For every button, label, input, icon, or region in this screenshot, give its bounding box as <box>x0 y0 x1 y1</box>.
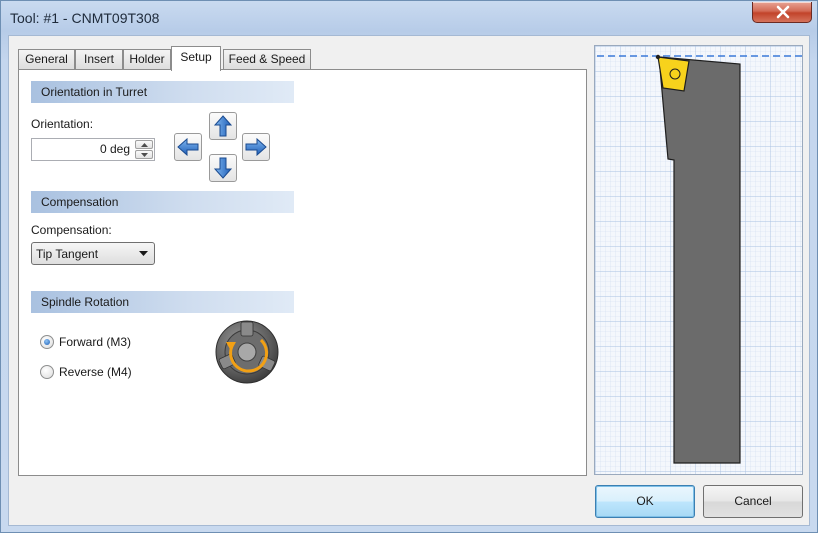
rotate-up-button[interactable] <box>209 112 237 140</box>
rotate-left-button[interactable] <box>174 133 202 161</box>
orientation-stepper[interactable]: 0 deg <box>31 138 155 161</box>
tab-setup[interactable]: Setup <box>171 46 221 71</box>
stepper-up-button[interactable] <box>135 140 153 149</box>
cancel-button[interactable]: Cancel <box>703 485 803 518</box>
radio-reverse-label: Reverse (M4) <box>59 365 132 379</box>
chevron-down-icon <box>139 251 148 256</box>
setup-tab-panel: Orientation in Turret Orientation: 0 deg <box>18 69 587 476</box>
window-title: Tool: #1 - CNMT09T308 <box>10 10 160 26</box>
title-bar[interactable]: Tool: #1 - CNMT09T308 <box>1 1 817 35</box>
spindle-chuck-icon <box>215 320 279 384</box>
close-icon <box>776 5 790 19</box>
tab-insert[interactable]: Insert <box>75 49 123 70</box>
arrow-left-icon <box>177 138 199 156</box>
orientation-label: Orientation: <box>31 117 94 131</box>
compensation-dropdown[interactable]: Tip Tangent <box>31 242 155 265</box>
dialog-client-area: General Insert Holder Setup Feed & Speed… <box>8 35 810 526</box>
stepper-up-icon <box>140 142 148 147</box>
radio-reverse-indicator[interactable] <box>40 365 54 379</box>
tab-feed-speed[interactable]: Feed & Speed <box>223 49 311 70</box>
tool-preview-canvas <box>594 45 803 475</box>
arrow-right-icon <box>245 138 267 156</box>
tool-tip-point <box>655 54 661 60</box>
tab-general[interactable]: General <box>18 49 75 70</box>
compensation-label: Compensation: <box>31 223 112 237</box>
tool-dialog-window: Tool: #1 - CNMT09T308 General Insert Hol… <box>0 0 818 533</box>
section-header-spindle-rotation: Spindle Rotation <box>31 291 294 313</box>
rotate-right-button[interactable] <box>242 133 270 161</box>
tool-preview-drawing <box>595 46 802 474</box>
close-button[interactable] <box>752 2 812 23</box>
stepper-buttons <box>135 140 153 159</box>
section-header-compensation: Compensation <box>31 191 294 213</box>
stepper-down-icon <box>140 152 148 157</box>
orientation-value: 0 deg <box>99 142 130 156</box>
radio-forward-label: Forward (M3) <box>59 335 132 349</box>
arrow-down-icon <box>214 157 232 179</box>
section-header-orientation: Orientation in Turret <box>31 81 294 103</box>
compensation-selected-value: Tip Tangent <box>36 247 99 261</box>
insert-shape <box>657 56 690 92</box>
radio-forward-indicator[interactable] <box>40 335 54 349</box>
arrow-up-icon <box>214 115 232 137</box>
stepper-down-button[interactable] <box>135 150 153 159</box>
rotate-down-button[interactable] <box>209 154 237 182</box>
ok-button[interactable]: OK <box>595 485 695 518</box>
tab-holder[interactable]: Holder <box>123 49 171 70</box>
